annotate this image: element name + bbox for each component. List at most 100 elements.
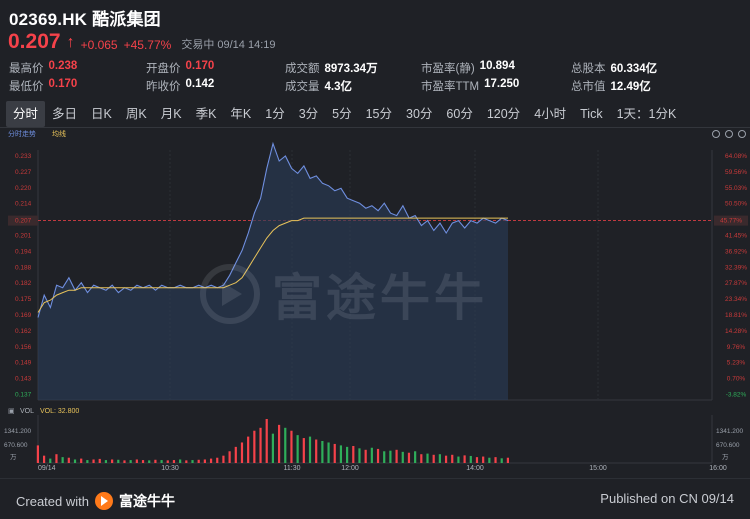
x-tick: 15:00: [589, 465, 607, 472]
volume-bar: [42, 455, 46, 463]
tab-8[interactable]: 3分: [292, 101, 325, 127]
footer: Created with 富途牛牛 Published on CN 09/14: [0, 478, 750, 519]
volume-bar: [383, 451, 386, 463]
legend-avg-line: 均线: [52, 129, 66, 138]
y-tick-right: 27.87%: [725, 280, 747, 287]
volume-bar: [117, 459, 120, 463]
y-tick-right: 36.92%: [725, 248, 747, 255]
y-tick-left: 0.201: [15, 233, 32, 240]
y-tick-right: 0.70%: [727, 376, 746, 383]
stat-label: 昨收价: [146, 81, 181, 93]
volume-bar: [339, 445, 343, 463]
y-tick-right: 9.76%: [727, 344, 746, 351]
tab-9[interactable]: 5分: [325, 101, 358, 127]
stat-value: 0.142: [185, 78, 215, 90]
volume-bar: [432, 454, 435, 463]
volume-bar: [197, 459, 200, 463]
volume-bar: [86, 460, 89, 463]
vol-tick-right: 1341.200: [716, 428, 743, 435]
volume-bar: [67, 457, 70, 463]
tab-3[interactable]: 周K: [119, 101, 154, 127]
vol-tick-left: 1341.200: [4, 428, 31, 435]
volume-bar: [172, 460, 176, 463]
settings-icon[interactable]: [725, 130, 733, 138]
volume-bar: [234, 446, 237, 463]
y-tick-left: 0.233: [15, 153, 32, 160]
price-change: +0.065: [80, 38, 118, 52]
x-tick: 12:00: [341, 465, 359, 472]
stat-value: 0.170: [185, 60, 215, 72]
vol-tick-right: 670.600: [716, 442, 740, 449]
stat-value: 4.3亿: [324, 81, 353, 93]
stat-value: 0.170: [48, 78, 78, 90]
volume-bar: [185, 460, 188, 463]
y-tick-left: 0.220: [15, 185, 32, 192]
price-change-percent: +45.77%: [123, 38, 172, 52]
volume-bar: [265, 419, 268, 463]
tab-13[interactable]: 120分: [480, 101, 527, 127]
volume-bar: [247, 436, 250, 463]
volume-bar: [333, 443, 336, 463]
volume-bar: [203, 459, 206, 463]
tab-10[interactable]: 15分: [359, 101, 399, 127]
volume-bar: [321, 441, 324, 463]
volume-bar: [123, 460, 126, 463]
volume-bar: [135, 459, 138, 463]
vol-tick-left: 670.600: [4, 442, 28, 449]
vol-tick-left: 万: [10, 453, 17, 461]
y-tick-left: 0.194: [15, 248, 32, 255]
y-tick-right: -3.82%: [726, 392, 747, 399]
tab-7[interactable]: 1分: [258, 101, 291, 127]
tab-15[interactable]: Tick: [573, 101, 609, 127]
volume-bar: [111, 459, 114, 463]
settings-icon[interactable]: [738, 130, 746, 138]
tab-0[interactable]: 分时: [6, 101, 46, 127]
volume-bar: [488, 457, 491, 463]
volume-bar: [457, 456, 460, 463]
collapse-icon[interactable]: [712, 130, 720, 138]
x-tick: 16:00: [709, 465, 727, 472]
tab-5[interactable]: 季K: [189, 101, 224, 127]
volume-bar: [426, 453, 429, 463]
tab-4[interactable]: 月K: [154, 101, 189, 127]
volume-bar: [401, 451, 404, 463]
stat-item: 最高价 0.238: [9, 60, 77, 76]
volume-bar: [73, 459, 77, 463]
x-tick: 10:30: [161, 465, 179, 472]
volume-bar: [277, 424, 281, 463]
tab-12[interactable]: 60分: [439, 101, 479, 127]
stat-item: 最低价 0.170: [9, 78, 77, 94]
stat-value: 0.238: [48, 60, 78, 72]
stat-label: 总市值: [571, 81, 606, 93]
volume-label: VOL: [20, 408, 34, 415]
volume-bar: [148, 460, 151, 463]
volume-bar: [80, 458, 83, 463]
volume-bar: [407, 452, 411, 463]
stat-label: 最低价: [9, 81, 44, 93]
tab-14[interactable]: 4小时: [527, 101, 573, 127]
stat-item: 总股本 60.334亿: [571, 60, 657, 76]
y-tick-right: 50.50%: [725, 201, 747, 208]
y-tick-left: 0.162: [15, 328, 32, 335]
vol-tick-right: 万: [722, 453, 729, 461]
stat-item: 市盈率(静) 10.894: [421, 60, 515, 76]
last-price-label: 0.207: [15, 218, 32, 225]
y-tick-left: 0.137: [15, 392, 32, 399]
y-tick-left: 0.214: [15, 201, 32, 208]
volume-bar: [475, 457, 479, 463]
volume-bar: [98, 458, 101, 463]
tab-11[interactable]: 30分: [399, 101, 439, 127]
tab-1[interactable]: 多日: [45, 101, 84, 127]
volume-bar: [55, 454, 58, 463]
current-price: 0.207: [8, 30, 61, 53]
tab-16[interactable]: 1天：1分K: [610, 101, 684, 127]
y-tick-left: 0.149: [15, 360, 32, 367]
volume-bar: [240, 442, 244, 463]
tab-2[interactable]: 日K: [84, 101, 119, 127]
volume-bar: [104, 460, 108, 463]
futu-logo-icon: [94, 492, 113, 510]
tab-6[interactable]: 年K: [223, 101, 258, 127]
stat-value: 12.49亿: [610, 81, 651, 93]
volume-bar: [61, 457, 64, 463]
stat-label: 市盈率TTM: [421, 81, 480, 93]
